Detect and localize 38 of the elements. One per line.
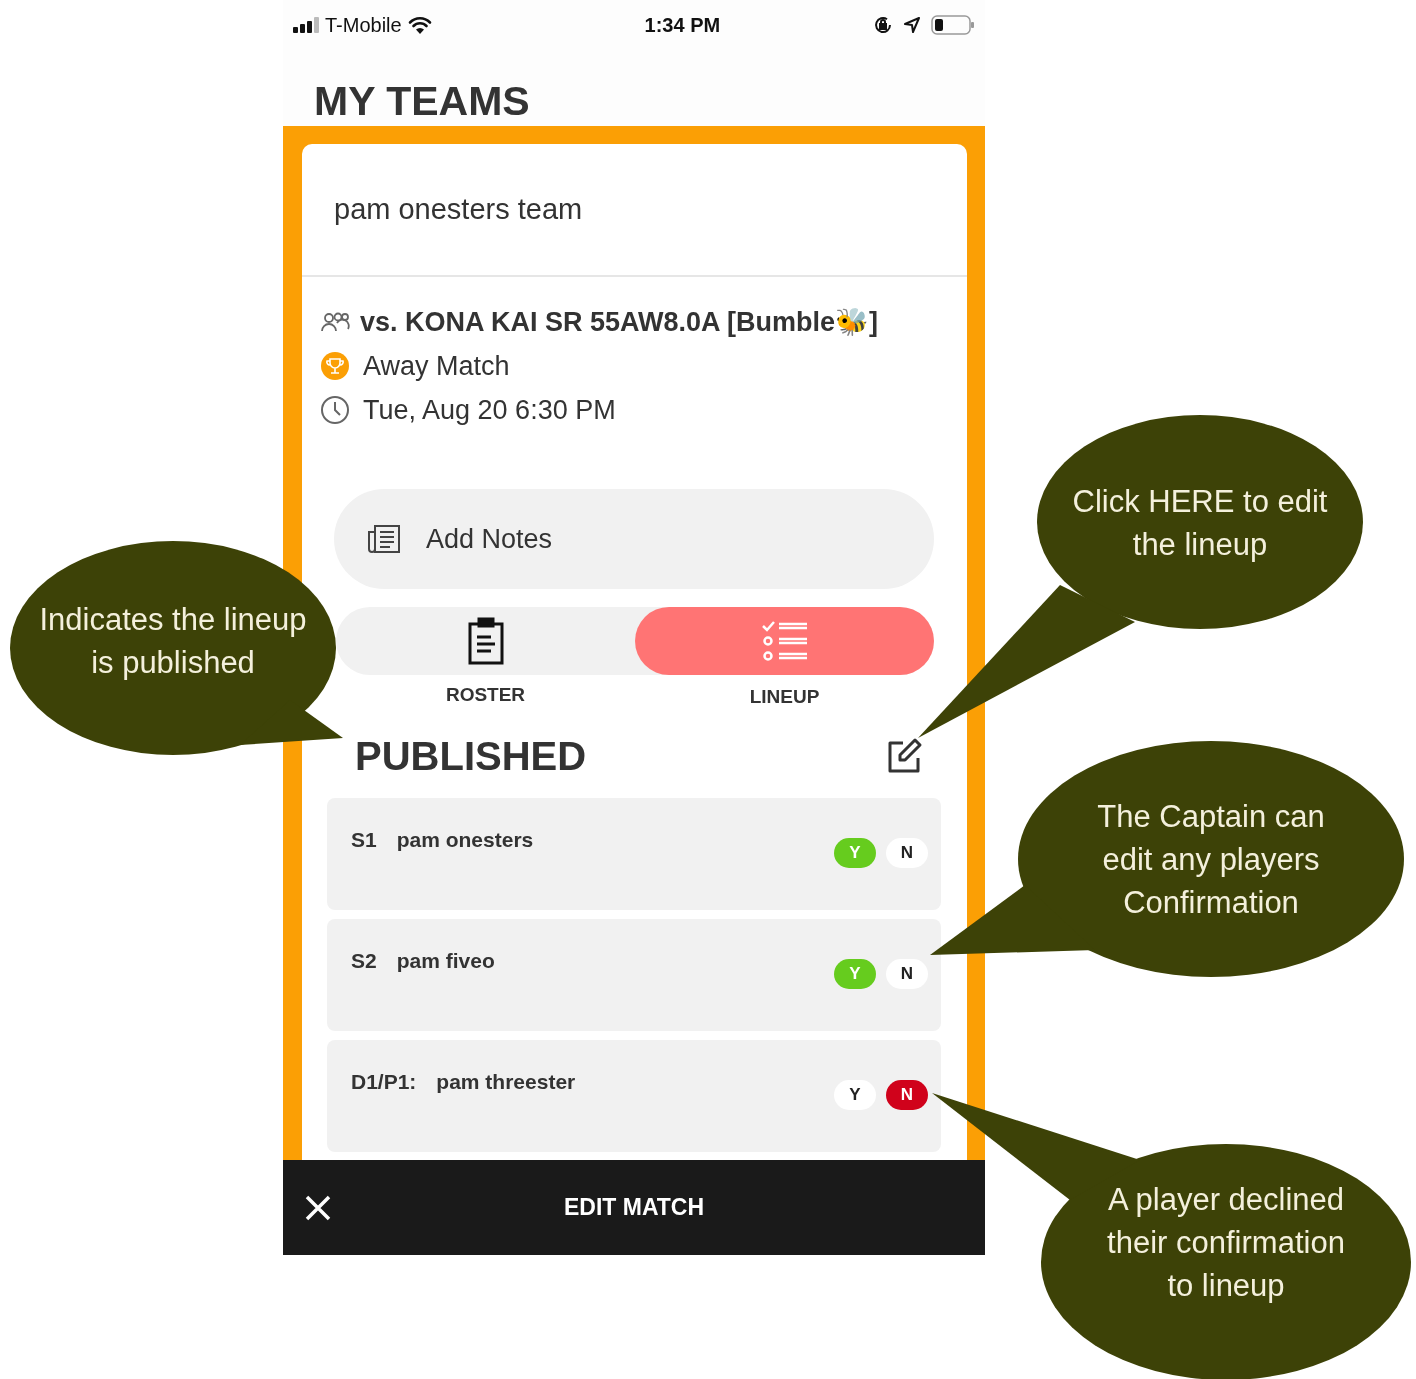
yes-toggle[interactable]: Y — [834, 1079, 876, 1110]
no-toggle[interactable]: N — [886, 958, 928, 989]
trophy-icon — [320, 351, 350, 381]
close-icon[interactable] — [305, 1194, 331, 1221]
clock-time: 1:34 PM — [644, 13, 721, 38]
page-title: MY TEAMS — [314, 81, 530, 122]
clipboard-icon — [467, 617, 504, 665]
callout-text: A player declined their confirmation to lineup — [1106, 1181, 1346, 1305]
lineup-status: PUBLISHED — [355, 732, 587, 780]
match-type: Away Match — [363, 349, 510, 383]
wifi-icon — [407, 16, 432, 34]
opponent-name: vs. KONA KAI SR 55AW8.0A [Bumble🐝] — [360, 305, 879, 339]
add-notes-button[interactable]: Add Notes — [334, 489, 934, 589]
rotation-lock-icon — [873, 15, 893, 35]
player-name: pam threester — [436, 1068, 576, 1095]
team-name: pam onesters team — [334, 191, 583, 227]
tab-label: ROSTER — [445, 683, 526, 707]
player-name: pam fiveo — [396, 947, 495, 974]
slot-label: S1 — [351, 826, 377, 853]
no-toggle[interactable]: N — [886, 1079, 928, 1110]
player-name: pam onesters — [396, 826, 534, 853]
checklist-icon — [760, 620, 809, 662]
no-toggle[interactable]: N — [886, 837, 928, 868]
clock-icon — [320, 395, 350, 425]
location-arrow-icon — [903, 16, 921, 34]
slot-label: D1/P1: — [351, 1068, 417, 1095]
slot-label: S2 — [351, 947, 377, 974]
callout-text: Indicates the lineup is published — [38, 601, 308, 682]
people-icon — [320, 311, 350, 333]
tab-label: LINEUP — [749, 685, 820, 709]
match-datetime: Tue, Aug 20 6:30 PM — [363, 393, 616, 427]
bottom-bar-title: EDIT MATCH — [563, 1193, 705, 1223]
callout-text: The Captain can edit any players Confirmation — [1096, 798, 1326, 922]
notes-icon — [367, 524, 401, 554]
signal-icon — [293, 17, 319, 33]
carrier-name: T-Mobile — [325, 13, 402, 38]
callout-text: Click HERE to edit the lineup — [1071, 483, 1329, 564]
battery-icon — [931, 15, 975, 35]
